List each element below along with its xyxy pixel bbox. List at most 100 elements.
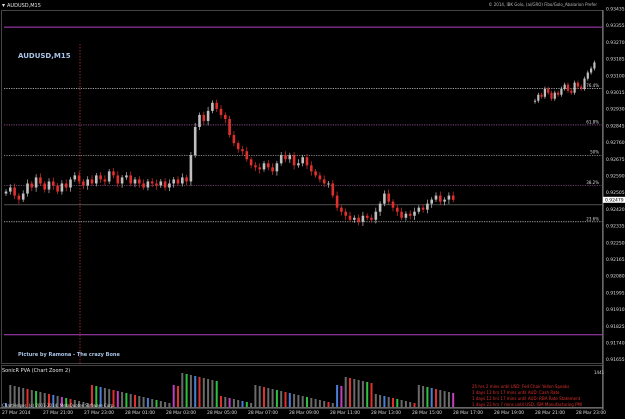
time-tick-label: 27 Mar 23:00 (84, 410, 114, 416)
volume-bar (220, 396, 222, 407)
price-tick-label: 0.93355 (606, 23, 625, 29)
candle-body (353, 217, 356, 220)
candle-body (245, 151, 249, 160)
candle-body (547, 88, 550, 93)
volume-bar (275, 390, 278, 407)
volume-bar (129, 394, 132, 407)
price-tick-label: 0.93435 (606, 7, 625, 13)
candle-body (284, 155, 287, 160)
candle-body (566, 84, 570, 91)
volume-bar (198, 377, 201, 407)
current-price-label: 0.92479 (605, 197, 624, 203)
volume-bar (314, 399, 317, 407)
candle-body (26, 183, 29, 194)
time-tick-label: 28 Mar 23:00 (576, 410, 606, 416)
caret-down-icon[interactable]: ▾ (2, 2, 5, 9)
volume-bar (301, 396, 304, 407)
candle-body (211, 102, 214, 111)
candle-body (348, 215, 352, 220)
candle-body (430, 199, 433, 204)
volume-bar (215, 381, 218, 407)
candle-body (9, 187, 12, 192)
watermark-label: AUDUSD,M15 (18, 52, 71, 60)
candle-body (305, 157, 309, 166)
candle-body (129, 175, 132, 184)
candle-body (586, 72, 589, 79)
candle-body (215, 102, 218, 109)
volume-bar (134, 395, 136, 407)
candle-body (344, 211, 347, 216)
indicator-value: 1441 (594, 370, 605, 375)
volume-bar (293, 394, 296, 407)
candle-body (4, 191, 8, 194)
candle-body (262, 163, 266, 170)
volume-bar (202, 378, 205, 407)
price-tick-label: 0.92930 (606, 107, 625, 113)
fib-level-label: 76.4% (586, 83, 599, 88)
price-tick-label: 0.93100 (606, 73, 625, 79)
candle-body (95, 175, 98, 184)
candle-body (331, 183, 335, 196)
volume-bar (172, 385, 175, 407)
candle-body (318, 175, 322, 180)
candle-body (417, 207, 421, 212)
volume-bar (323, 401, 326, 407)
candle-body (60, 183, 64, 192)
volume-bar (280, 391, 283, 407)
candle-body (413, 211, 416, 216)
candle-body (21, 193, 25, 200)
candle-body (573, 82, 576, 93)
price-tick-label: 0.91910 (606, 307, 625, 313)
time-tick-label: 27 Mar 21:00 (43, 410, 73, 416)
candle-body (232, 135, 236, 144)
price-tick-label: 0.92590 (606, 174, 625, 180)
symbol-title: AUDUSD,M15 (7, 2, 41, 9)
candle-body (540, 94, 543, 97)
candle-body (228, 118, 231, 136)
time-tick-label: 28 Mar 03:00 (166, 410, 196, 416)
volume-bar (245, 402, 248, 407)
volume-bar (185, 374, 188, 407)
volume-bar (327, 402, 330, 407)
candle-body (202, 114, 206, 121)
candle-body (275, 163, 279, 172)
candle-body (52, 181, 55, 186)
volume-bar (409, 402, 412, 407)
candle-body (383, 193, 386, 204)
candle-body (537, 94, 540, 101)
candle-body (335, 195, 339, 208)
price-tick-label: 0.91740 (606, 341, 625, 347)
candle-body (198, 114, 201, 128)
chart-window[interactable]: 76.4% 61.8% 50% 38.2% 23.6% 0.93435 0.93355 0.… (0, 0, 625, 419)
candle-body (374, 211, 378, 220)
candle-body (219, 108, 223, 115)
candle-body (189, 155, 193, 182)
volume-bar (336, 385, 339, 407)
volume-bar (142, 397, 145, 407)
volume-bar (250, 403, 253, 407)
volume-bar (349, 378, 351, 407)
volume-bar (344, 377, 347, 407)
volume-bar (237, 400, 240, 407)
candle-body (249, 159, 253, 166)
candle-body (150, 181, 154, 184)
volume-bar (374, 394, 377, 407)
volume-bar (267, 388, 270, 407)
candle-body (39, 177, 42, 184)
price-tick-label: 0.92250 (606, 240, 625, 246)
price-tick-label: 0.93185 (606, 57, 625, 63)
volume-bar (400, 400, 403, 407)
price-tick-label: 0.92165 (606, 257, 625, 263)
time-tick-label: 28 Mar 21:00 (535, 410, 565, 416)
volume-bar (447, 392, 450, 407)
volume-bar (155, 400, 158, 407)
price-tick-label: 0.91825 (606, 324, 625, 330)
indicator-copyright: ChartHelper, (c) 2001-2014, MetaQuotes S… (2, 403, 115, 408)
candle-body (292, 155, 296, 166)
candle-body (159, 181, 163, 186)
candle-body (47, 181, 51, 190)
price-tick-label: 0.91995 (606, 290, 625, 296)
candle-body (426, 203, 429, 210)
candle-body (163, 181, 167, 188)
candle-body (553, 92, 556, 99)
